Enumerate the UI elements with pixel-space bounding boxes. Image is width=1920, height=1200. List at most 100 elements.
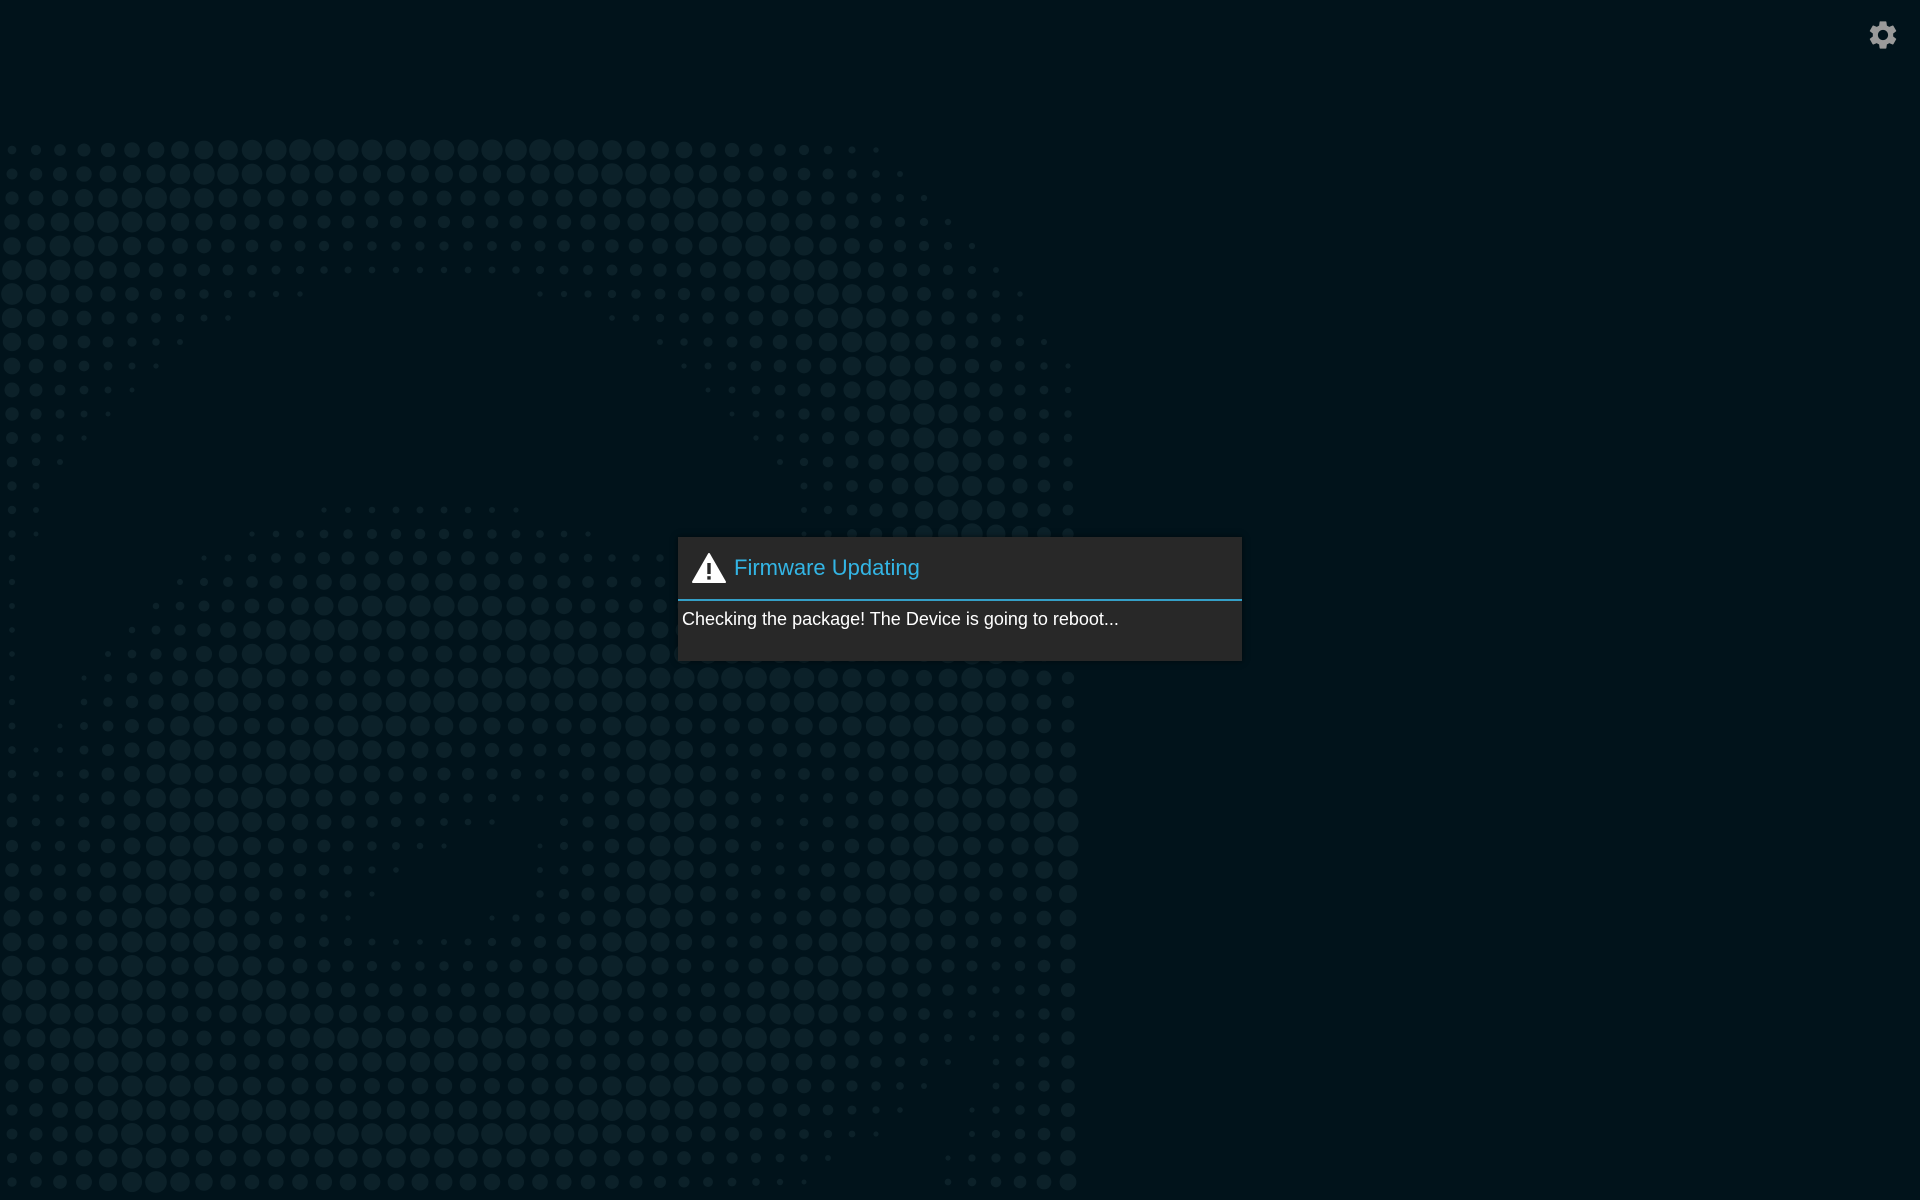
wallpaper-dot	[459, 1005, 477, 1023]
wallpaper-dot	[199, 289, 209, 299]
wallpaper-dot	[104, 674, 112, 682]
wallpaper-dot	[343, 241, 353, 251]
wallpaper-dot	[458, 1100, 478, 1120]
wallpaper-dot	[889, 859, 911, 881]
wallpaper-dot	[172, 670, 188, 686]
wallpaper-dot	[290, 788, 310, 808]
wallpaper-dot	[798, 768, 810, 780]
wallpaper-dot	[529, 667, 551, 689]
wallpaper-dot	[103, 361, 113, 371]
wallpaper-dot	[649, 859, 671, 881]
wallpaper-dot	[630, 576, 642, 588]
wallpaper-dot	[725, 863, 739, 877]
wallpaper-dot	[769, 235, 791, 257]
wallpaper-dot	[844, 238, 860, 254]
wallpaper-dot	[510, 240, 522, 252]
wallpaper-dot	[889, 403, 911, 425]
wallpaper-dot	[631, 289, 641, 299]
wallpaper-dot	[6, 816, 18, 828]
wallpaper-dot	[1065, 363, 1071, 369]
wallpaper-dot	[217, 691, 239, 713]
wallpaper-dot	[868, 238, 884, 254]
wallpaper-dot	[218, 188, 238, 208]
wallpaper-dot	[725, 311, 739, 325]
wallpaper-dot	[32, 482, 40, 490]
wallpaper-dot	[193, 811, 215, 833]
wallpaper-dot	[290, 1100, 310, 1120]
wallpaper-dot	[1058, 860, 1078, 880]
wallpaper-dot	[937, 787, 959, 809]
wallpaper-dot	[796, 1078, 812, 1094]
wallpaper-dot	[776, 842, 784, 850]
wallpaper-dot	[99, 165, 117, 183]
wallpaper-dot	[393, 867, 399, 873]
wallpaper-dot	[674, 860, 694, 880]
wallpaper-dot	[772, 934, 788, 950]
wallpaper-dot	[170, 1148, 190, 1168]
wallpaper-dot	[368, 866, 376, 874]
wallpaper-dot	[409, 691, 431, 713]
wallpaper-dot	[557, 743, 571, 757]
wallpaper-dot	[98, 1124, 118, 1144]
wallpaper-dot	[77, 839, 91, 853]
wallpaper-dot	[314, 1100, 334, 1120]
wallpaper-dot	[868, 790, 884, 806]
wallpaper-dot	[53, 911, 67, 925]
wallpaper-dot	[818, 1004, 838, 1024]
wallpaper-dot	[194, 884, 214, 904]
wallpaper-dot	[555, 1077, 573, 1095]
wallpaper-dot	[98, 932, 118, 952]
wallpaper-dot	[363, 1077, 381, 1095]
wallpaper-dot	[797, 887, 811, 901]
wallpaper-dot	[602, 716, 622, 736]
wallpaper-dot	[170, 716, 190, 736]
wallpaper-dot	[291, 189, 309, 207]
wallpaper-dot	[1015, 985, 1025, 995]
wallpaper-dot	[844, 430, 860, 446]
wallpaper-dot	[580, 1054, 596, 1070]
wallpaper-dot	[464, 818, 472, 826]
wallpaper-dot	[555, 1149, 573, 1167]
wallpaper-dot	[585, 531, 591, 537]
wallpaper-dot	[461, 767, 475, 781]
wallpaper-dot	[841, 931, 863, 953]
wallpaper-dot	[482, 644, 502, 664]
wallpaper-dot	[870, 1056, 882, 1068]
wallpaper-dot	[385, 1027, 407, 1049]
wallpaper-dot	[249, 531, 255, 537]
wallpaper-dot	[33, 531, 39, 537]
wallpaper-dot	[649, 187, 671, 209]
wallpaper-dot	[794, 956, 814, 976]
wallpaper-dot	[867, 741, 885, 759]
wallpaper-dot	[385, 691, 407, 713]
wallpaper-dot	[673, 1051, 695, 1073]
wallpaper-dot	[968, 1130, 976, 1138]
wallpaper-dot	[726, 1152, 738, 1164]
wallpaper-dot	[726, 936, 738, 948]
wallpaper-dot	[103, 697, 113, 707]
wallpaper-dot	[771, 189, 789, 207]
wallpaper-dot	[32, 770, 40, 778]
wallpaper-dot	[845, 215, 859, 229]
wallpaper-dot	[194, 668, 214, 688]
wallpaper-dot	[1038, 1032, 1050, 1044]
wallpaper-dot	[243, 861, 261, 879]
wallpaper-dot	[531, 189, 549, 207]
wallpaper-dot	[775, 409, 785, 419]
wallpaper-dot	[51, 1077, 69, 1095]
wallpaper-dot	[145, 931, 167, 953]
dialog-header: Firmware Updating	[678, 537, 1242, 601]
wallpaper-dot	[416, 506, 424, 514]
wallpaper-dot	[268, 934, 284, 950]
wallpaper-dot	[866, 884, 886, 904]
wallpaper-dot	[796, 910, 812, 926]
settings-button[interactable]	[1866, 18, 1900, 52]
wallpaper-dot	[487, 937, 497, 947]
wallpaper-dot	[97, 1003, 119, 1025]
wallpaper-dot	[603, 1053, 621, 1071]
wallpaper-dot	[1037, 959, 1051, 973]
wallpaper-dot	[122, 236, 142, 256]
wallpaper-dot	[291, 1053, 309, 1071]
wallpaper-dot	[315, 1077, 333, 1095]
wallpaper-dot	[801, 1179, 807, 1185]
